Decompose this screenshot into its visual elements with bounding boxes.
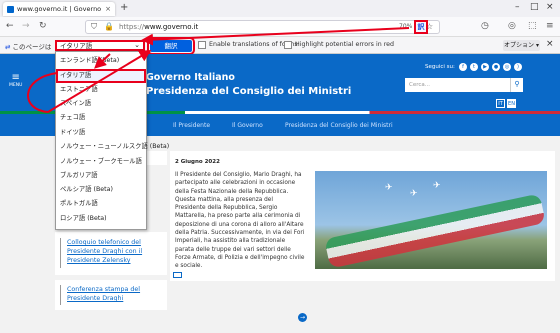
search-icon[interactable]: ⚲: [510, 78, 523, 92]
flickr-icon[interactable]: ●: [492, 63, 500, 71]
browser-tab[interactable]: www.governo.it | Governo Italia ×: [3, 2, 115, 16]
gallery-icon[interactable]: [173, 272, 182, 278]
forward-icon[interactable]: →: [22, 21, 30, 31]
aircraft-icon: ✈: [385, 183, 393, 193]
translation-label: ⇄ このページは: [5, 43, 52, 51]
divider: [60, 238, 61, 268]
dropdown-option[interactable]: ロシア語 (Beta): [56, 212, 146, 226]
side-news-card: Colloquio telefonico del Presidente Drag…: [55, 232, 167, 275]
facebook-icon[interactable]: f: [459, 63, 467, 71]
history-icon[interactable]: ◷: [481, 21, 489, 31]
tab-title: www.governo.it | Governo Italia: [17, 5, 102, 13]
hamburger-menu-icon[interactable]: ≡ MENU: [9, 73, 22, 89]
featured-article: 2 Giugno 2022 Il Presidente del Consigli…: [170, 151, 555, 322]
zoom-level[interactable]: 70%: [399, 23, 412, 30]
dropdown-option[interactable]: ペルシア語 (Beta): [56, 183, 146, 197]
dropdown-option[interactable]: ポルトガル語: [56, 197, 146, 211]
reload-icon[interactable]: ↻: [39, 21, 47, 31]
shield-icon[interactable]: ⛉: [91, 22, 97, 32]
back-icon[interactable]: ←: [6, 21, 14, 31]
translate-button[interactable]: 翻訳: [147, 37, 195, 55]
side-news-link[interactable]: Conferenza stampa del Presidente Draghi: [67, 285, 163, 303]
rss-icon[interactable]: ): [514, 63, 522, 71]
dropdown-option[interactable]: ノルウェー・ニューノルスク語 (Beta): [56, 140, 169, 154]
article-text: Il Presidente del Consiglio, Mario Dragh…: [175, 172, 305, 270]
language-dropdown[interactable]: エンランド語 (Beta) イタリア語 エストニア語 スペイン語 チェコ語 ドイ…: [55, 51, 169, 230]
options-button[interactable]: オプション ▾: [503, 40, 540, 51]
dropdown-option[interactable]: ドイツ語: [56, 126, 146, 140]
translation-bar-close-icon[interactable]: ×: [546, 39, 554, 49]
tab-bar: www.governo.it | Governo Italia × + – □ …: [0, 0, 560, 17]
translate-page-icon[interactable]: 訳: [414, 20, 428, 34]
dropdown-option[interactable]: ノルウェー・ブークモール語: [56, 155, 146, 169]
app-menu-icon[interactable]: ≡: [546, 21, 554, 31]
minimize-icon[interactable]: –: [515, 2, 520, 12]
highlight-errors-label: Highlight potential errors in red: [295, 41, 395, 48]
aircraft-icon: ✈: [433, 181, 441, 191]
read-more-arrow-icon[interactable]: →: [298, 313, 307, 322]
site-subtitle: Presidenza del Consiglio dei Ministri: [146, 86, 352, 97]
lang-it-button[interactable]: IT: [496, 99, 505, 108]
nav-il-governo[interactable]: Il Governo: [232, 122, 263, 129]
window-close-icon[interactable]: ×: [546, 2, 554, 12]
dropdown-option[interactable]: エンランド語 (Beta): [56, 54, 146, 68]
side-news-card: Conferenza stampa del Presidente Draghi: [55, 280, 167, 310]
aircraft-icon: ✈: [410, 189, 418, 199]
dropdown-option[interactable]: エストニア語: [56, 83, 146, 97]
address-bar[interactable]: ⛉ 🔒 https://www.governo.it 70% ☆: [85, 20, 440, 34]
youtube-icon[interactable]: ▶: [481, 63, 489, 71]
article-photo[interactable]: ✈ ✈ ✈: [315, 171, 547, 269]
url-text: https://www.governo.it: [119, 23, 199, 31]
dropdown-option[interactable]: スペイン語: [56, 97, 146, 111]
tricolor-smoke: [324, 193, 546, 269]
enable-forms-checkbox[interactable]: [198, 41, 206, 49]
dropdown-option[interactable]: チェコ語: [56, 111, 146, 125]
lock-icon[interactable]: 🔒: [104, 22, 114, 31]
nav-presidenza[interactable]: Presidenza del Consiglio dei Ministri: [285, 122, 393, 129]
site-search-input[interactable]: Cerca...: [405, 78, 510, 92]
maximize-icon[interactable]: □: [530, 2, 539, 12]
twitter-icon[interactable]: t: [470, 63, 478, 71]
side-news-link[interactable]: Colloquio telefonico del Presidente Drag…: [67, 238, 163, 265]
source-language-select[interactable]: イタリア語 ⌄: [55, 40, 145, 51]
extensions-icon[interactable]: ⬚: [528, 21, 537, 31]
article-date: 2 Giugno 2022: [175, 159, 220, 165]
navigation-bar: ← → ↻ ⛉ 🔒 https://www.governo.it 70% ☆ ◷…: [0, 17, 560, 37]
nav-il-presidente[interactable]: Il Presidente: [173, 122, 210, 129]
account-icon[interactable]: ◎: [508, 21, 516, 31]
lang-en-button[interactable]: EN: [507, 99, 516, 108]
instagram-icon[interactable]: ◎: [503, 63, 511, 71]
follow-us-label: Seguici su:: [425, 64, 455, 70]
divider: [60, 285, 61, 305]
dropdown-option-selected[interactable]: イタリア語: [56, 69, 146, 83]
chevron-down-icon: ⌄: [134, 41, 140, 49]
tab-close-icon[interactable]: ×: [105, 5, 111, 13]
site-favicon-icon: [7, 5, 14, 13]
dropdown-option[interactable]: ブルガリア語: [56, 169, 146, 183]
highlight-errors-checkbox[interactable]: [284, 41, 292, 49]
translate-bar-icon: ⇄: [5, 43, 11, 51]
site-title[interactable]: Governo Italiano: [146, 72, 235, 83]
new-tab-button[interactable]: +: [120, 2, 128, 13]
